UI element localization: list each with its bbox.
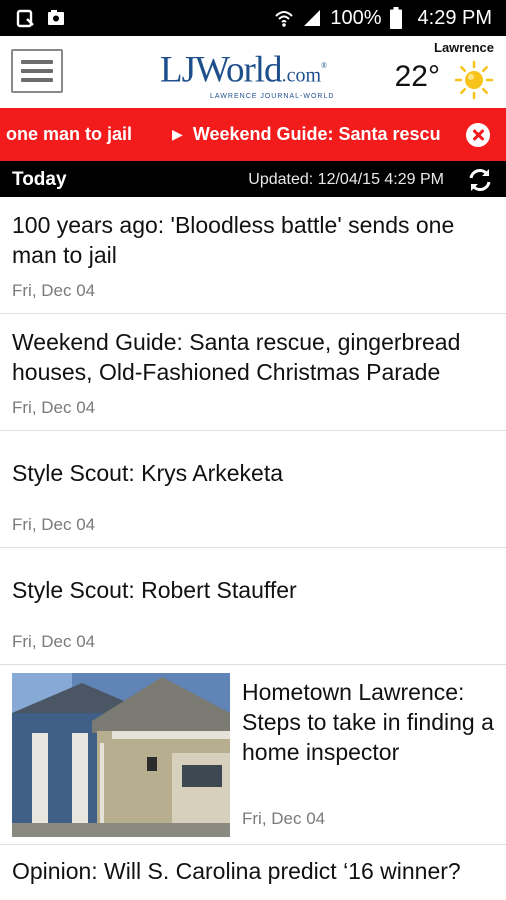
list-item[interactable]: Hometown Lawrence: Steps to take in find… (0, 665, 506, 845)
article-date: Fri, Dec 04 (12, 398, 96, 417)
section-title: Today (12, 169, 67, 190)
play-icon: ▶ (172, 126, 183, 142)
breaking-news-ticker[interactable]: one man to jail ▶ Weekend Guide: Santa r… (0, 108, 506, 161)
article-date: Fri, Dec 04 (12, 281, 96, 300)
article-list: 100 years ago: 'Bloodless battle' sends … (0, 197, 506, 900)
battery-percent: 100% (330, 6, 382, 29)
house-photo (12, 673, 230, 837)
list-item[interactable]: Opinion: Will S. Carolina predict ‘16 wi… (0, 845, 506, 900)
weather-widget[interactable]: Lawrence 22° (386, 36, 506, 108)
article-date: Fri, Dec 04 (242, 809, 326, 828)
logo-wordmark: LJWorld (160, 49, 283, 91)
logo-suffix: .com (281, 64, 321, 87)
updated-timestamp: Updated: 12/04/15 4:29 PM (248, 171, 444, 188)
refresh-icon[interactable] (466, 166, 494, 194)
ljworld-logo[interactable]: LJWorld.com® LAWRENCE JOURNAL-WORLD (160, 48, 336, 100)
list-item[interactable]: Style Scout: Robert Stauffer Fri, Dec 04 (0, 548, 506, 665)
article-title: 100 years ago: 'Bloodless battle' sends … (12, 212, 455, 268)
signal-icon (304, 10, 321, 26)
article-date: Fri, Dec 04 (12, 515, 96, 534)
article-title: Weekend Guide: Santa rescue, gingerbread… (12, 329, 461, 385)
hamburger-icon-bar (21, 69, 53, 73)
hamburger-icon-bar (21, 78, 53, 82)
clock: 4:29 PM (417, 6, 492, 29)
house-photo-image (12, 673, 230, 837)
article-title: Style Scout: Krys Arkeketa (12, 460, 284, 486)
weather-city: Lawrence (434, 40, 494, 55)
hamburger-icon-bar (21, 60, 53, 64)
article-title: Opinion: Will S. Carolina predict ‘16 wi… (12, 858, 461, 884)
photo-icon (48, 10, 64, 25)
article-title: Hometown Lawrence: Steps to take in find… (242, 679, 494, 765)
weather-temperature: 22° (394, 60, 440, 93)
article-title: Style Scout: Robert Stauffer (12, 577, 297, 603)
sun-icon (454, 60, 494, 100)
article-date: Fri, Dec 04 (12, 632, 96, 651)
logo-subtitle: LAWRENCE JOURNAL-WORLD (210, 93, 335, 101)
wifi-icon (275, 11, 294, 27)
close-circle-icon[interactable] (466, 123, 490, 147)
app-header: LJWorld.com® LAWRENCE JOURNAL-WORLD Lawr… (0, 36, 506, 108)
battery-icon (389, 7, 402, 29)
list-item[interactable]: 100 years ago: 'Bloodless battle' sends … (0, 197, 506, 314)
notification-icon (16, 9, 34, 28)
section-bar: Today Updated: 12/04/15 4:29 PM (0, 161, 506, 197)
menu-button[interactable] (11, 49, 63, 93)
ticker-headline[interactable]: Weekend Guide: Santa rescu (193, 124, 441, 145)
ticker-headline[interactable]: one man to jail (6, 124, 132, 145)
list-item[interactable]: Weekend Guide: Santa rescue, gingerbread… (0, 314, 506, 431)
list-item[interactable]: Style Scout: Krys Arkeketa Fri, Dec 04 (0, 431, 506, 548)
status-bar: 100% 4:29 PM (0, 0, 506, 36)
